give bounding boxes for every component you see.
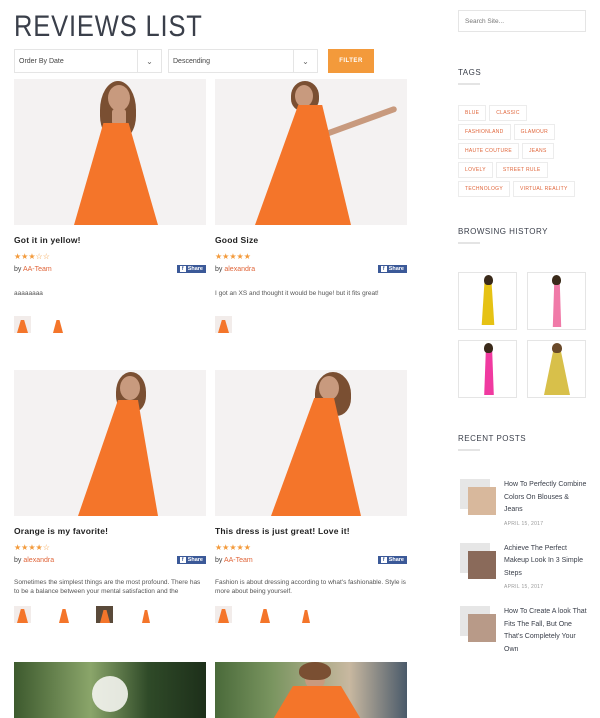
order-by-value: Order By Date	[19, 57, 64, 65]
review-title: Got it in yellow!	[14, 235, 81, 245]
tag-link[interactable]: HAUTE COUTURE	[458, 143, 519, 159]
review-photo[interactable]	[14, 370, 206, 516]
author-link[interactable]: alexandra	[23, 557, 54, 564]
review-photo[interactable]	[215, 79, 407, 225]
review-card: Orange is my favorite! ★★★★☆ by alexandr…	[14, 370, 206, 623]
tag-link[interactable]: GLAMOUR	[513, 124, 555, 140]
post-title-link[interactable]: How To Create A look That Fits The Fall,…	[504, 606, 588, 656]
post-thumbnail[interactable]	[460, 606, 496, 642]
review-photo[interactable]	[14, 79, 206, 225]
page-title: REVIEWS LIST	[14, 10, 203, 43]
review-card	[14, 662, 206, 718]
filter-button[interactable]: FILTER	[328, 49, 374, 73]
review-byline: by AA-Team	[14, 265, 52, 273]
review-text: Fashion is about dressing according to w…	[215, 579, 406, 595]
review-title: This dress is just great! Love it!	[215, 526, 350, 536]
rating-stars: ★★★★★	[215, 252, 251, 261]
facebook-icon: f	[380, 266, 387, 272]
recent-post[interactable]: How To Create A look That Fits The Fall,…	[458, 606, 588, 656]
recent-post[interactable]: How To Perfectly Combine Colors On Blous…	[458, 479, 588, 527]
divider	[458, 449, 480, 451]
review-image-thumb[interactable]	[256, 606, 273, 623]
browsing-history-grid	[458, 272, 588, 398]
facebook-icon: f	[380, 557, 387, 563]
tag-link[interactable]: VIRTUAL REALITY	[513, 181, 575, 197]
tag-link[interactable]: JEANS	[521, 143, 554, 159]
tags-title: TAGS	[458, 68, 482, 77]
review-image-thumb[interactable]	[14, 606, 31, 623]
tag-link[interactable]: CLASSIC	[489, 105, 527, 121]
review-text: I got an XS and thought it would be huge…	[215, 290, 379, 297]
order-by-select[interactable]: Order By Date ⌄	[14, 49, 162, 73]
review-photo[interactable]	[215, 370, 407, 516]
history-product[interactable]	[458, 272, 517, 330]
chevron-down-icon[interactable]: ⌄	[137, 50, 161, 72]
tag-link[interactable]: STREET RULE	[495, 162, 548, 178]
review-byline: by alexandra	[215, 265, 256, 273]
rating-stars: ★★★☆☆	[14, 252, 50, 261]
review-title: Good Size	[215, 235, 259, 245]
review-byline: by AA-Team	[215, 556, 253, 564]
review-card	[215, 662, 407, 718]
review-byline: by alexandra	[14, 556, 55, 564]
sidebar: Search Site... TAGS BLUE CLASSIC FASHION…	[458, 10, 588, 656]
review-image-thumb[interactable]	[137, 606, 154, 623]
post-date: APRIL 15, 2017	[504, 520, 544, 527]
facebook-share-button[interactable]: f Share	[176, 556, 206, 564]
review-photo[interactable]	[215, 662, 407, 718]
rating-stars: ★★★★★	[215, 543, 251, 552]
divider	[458, 242, 480, 244]
post-date: APRIL 15, 2017	[504, 584, 544, 590]
review-photo[interactable]	[14, 662, 206, 718]
tag-cloud: BLUE CLASSIC FASHIONLAND GLAMOUR HAUTE C…	[458, 105, 582, 197]
review-card: Good Size ★★★★★ by alexandra f Share I go…	[215, 79, 407, 333]
post-thumbnail[interactable]	[460, 479, 496, 515]
post-title-link[interactable]: How To Perfectly Combine Colors On Blous…	[504, 479, 588, 517]
chevron-down-icon[interactable]: ⌄	[293, 50, 317, 72]
review-image-thumb[interactable]	[297, 606, 314, 623]
facebook-share-button[interactable]: f Share	[377, 265, 407, 273]
review-image-thumb[interactable]	[96, 606, 113, 623]
order-direction-value: Descending	[173, 57, 210, 65]
history-product[interactable]	[527, 340, 586, 398]
review-card: Got it in yellow! ★★★☆☆ by AA-Team f Shar…	[14, 79, 206, 333]
author-link[interactable]: AA-Team	[224, 557, 253, 564]
review-image-thumb[interactable]	[55, 606, 72, 623]
author-link[interactable]: AA-Team	[23, 266, 52, 273]
history-product[interactable]	[527, 272, 586, 330]
recent-posts-title: RECENT POSTS	[458, 434, 527, 443]
review-image-thumb[interactable]	[215, 316, 232, 333]
rating-stars: ★★★★☆	[14, 543, 50, 552]
review-card: This dress is just great! Love it! ★★★★★…	[215, 370, 407, 623]
tag-link[interactable]: LOVELY	[458, 162, 493, 178]
post-title-link[interactable]: Achieve The Perfect Makeup Look In 3 Sim…	[504, 543, 588, 581]
browsing-history-title: BROWSING HISTORY	[458, 227, 548, 236]
review-image-thumb[interactable]	[14, 316, 31, 333]
recent-post[interactable]: Achieve The Perfect Makeup Look In 3 Sim…	[458, 542, 588, 590]
divider	[458, 83, 480, 85]
facebook-icon: f	[179, 557, 186, 563]
review-title: Orange is my favorite!	[14, 526, 109, 536]
tag-link[interactable]: FASHIONLAND	[458, 124, 511, 140]
review-image-thumb[interactable]	[49, 316, 66, 333]
history-product[interactable]	[458, 340, 517, 398]
facebook-icon: f	[179, 266, 186, 272]
post-thumbnail[interactable]	[460, 542, 496, 579]
tag-link[interactable]: TECHNOLOGY	[458, 181, 511, 197]
search-input[interactable]: Search Site...	[458, 10, 586, 32]
author-link[interactable]: alexandra	[224, 266, 255, 273]
order-direction-select[interactable]: Descending ⌄	[168, 49, 318, 73]
tag-link[interactable]: BLUE	[458, 105, 487, 121]
facebook-share-button[interactable]: f Share	[377, 556, 407, 564]
review-image-thumb[interactable]	[215, 606, 232, 623]
review-text: aaaaaaaa	[14, 290, 43, 297]
facebook-share-button[interactable]: f Share	[176, 265, 206, 273]
filter-bar: Order By Date ⌄ Descending ⌄ FILTER	[14, 49, 374, 73]
review-text: Sometimes the simplest things are the mo…	[14, 579, 201, 595]
